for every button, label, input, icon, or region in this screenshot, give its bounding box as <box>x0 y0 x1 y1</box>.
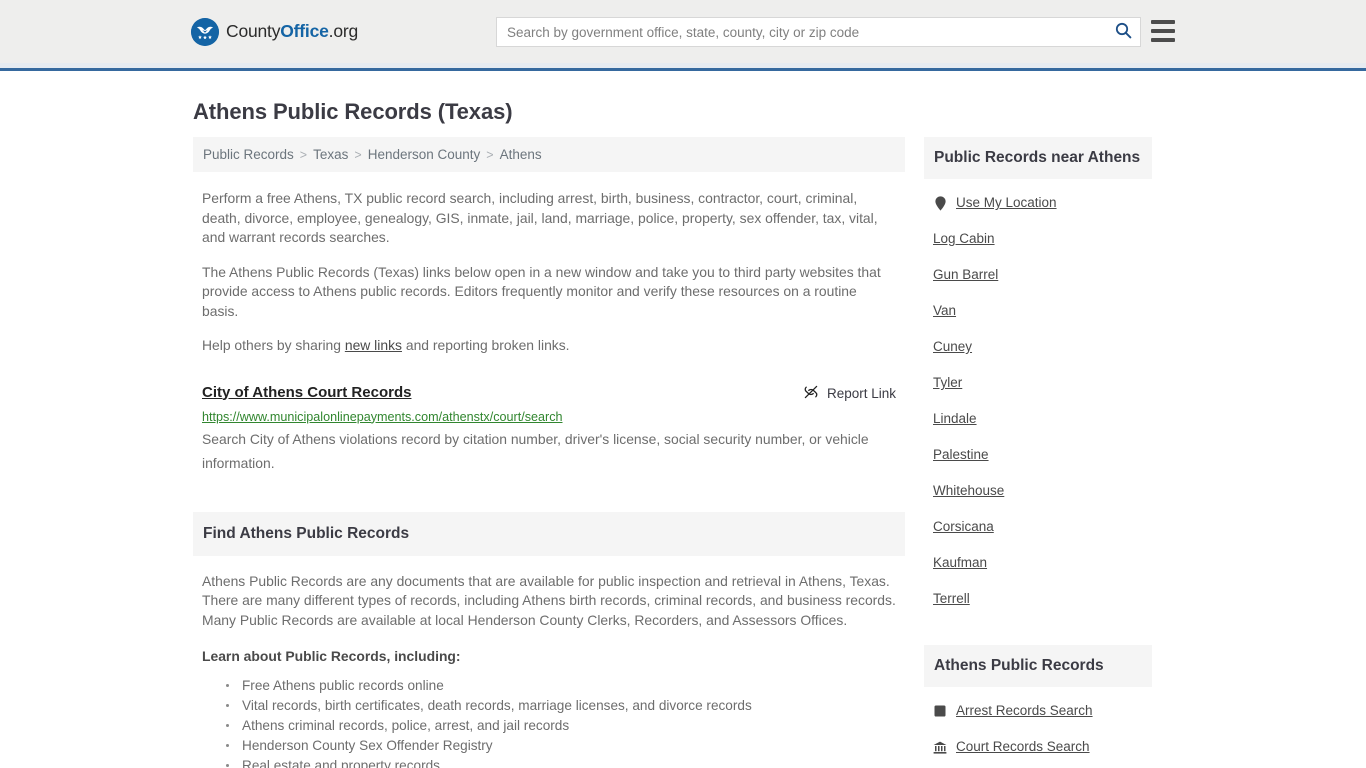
sidebar-link-terrell[interactable]: Terrell <box>933 590 970 608</box>
find-records-heading: Find Athens Public Records <box>203 524 410 542</box>
sidebar-item-van[interactable]: Van <box>930 293 1146 329</box>
find-records-section-header: Find Athens Public Records <box>193 511 905 556</box>
result-description: Search City of Athens violations record … <box>202 430 869 471</box>
sidebar-link-lindale[interactable]: Lindale <box>933 410 977 428</box>
find-records-paragraph: Athens Public Records are any documents … <box>202 572 896 628</box>
sidebar-item-use-my-location[interactable]: Use My Location <box>930 185 1146 221</box>
page-title: Athens Public Records (Texas) <box>193 99 513 124</box>
result-title-link[interactable]: City of Athens Court Records <box>202 383 411 403</box>
page-container: Athens Public Records (Texas) Public Rec… <box>0 99 1366 768</box>
sidebar-item-kaufman[interactable]: Kaufman <box>930 545 1146 581</box>
sidebar-link-court-records-search[interactable]: Court Records Search <box>956 738 1090 756</box>
result-url[interactable]: https://www.municipalonlinepayments.com/… <box>202 409 896 425</box>
search-button[interactable] <box>1106 18 1140 46</box>
sidebar-item-whitehouse[interactable]: Whitehouse <box>930 473 1146 509</box>
widget-athens-public-records: Athens Public Records Arrest Records Sea… <box>924 645 1152 768</box>
sidebar-link-use-my-location[interactable]: Use My Location <box>956 194 1057 212</box>
list-item: Real estate and property records <box>226 756 896 768</box>
hamburger-bar-2 <box>1151 29 1175 33</box>
logo-text-county: County <box>226 21 281 42</box>
search-icon <box>1115 22 1132 42</box>
search-input[interactable] <box>497 19 1106 45</box>
intro-paragraph-2: The Athens Public Records (Texas) links … <box>202 263 881 319</box>
record-types-list: Free Athens public records online Vital … <box>202 676 896 768</box>
hamburger-menu-button[interactable] <box>1151 20 1175 42</box>
intro-paragraph-3-before: Help others by sharing <box>202 337 345 353</box>
sidebar-link-gun-barrel[interactable]: Gun Barrel <box>933 266 998 284</box>
sidebar-link-palestine[interactable]: Palestine <box>933 446 989 464</box>
sidebar-link-whitehouse[interactable]: Whitehouse <box>933 482 1004 500</box>
site-logo-text: CountyOffice.org <box>226 23 358 41</box>
intro-paragraph-3: Help others by sharing new links and rep… <box>202 336 896 356</box>
widget-header: Athens Public Records <box>924 645 1152 687</box>
sidebar-item-lindale[interactable]: Lindale <box>930 401 1146 437</box>
eagle-shield-icon <box>191 18 219 46</box>
list-item: Henderson County Sex Offender Registry <box>226 736 896 756</box>
widget-heading-nearby: Public Records near Athens <box>934 149 1141 166</box>
sidebar-item-court-records-search[interactable]: Court Records Search <box>930 729 1146 765</box>
breadcrumb-item-athens: Athens <box>499 147 542 162</box>
courthouse-icon <box>933 741 947 754</box>
widget-body: Use My Location Log Cabin Gun Barrel Van <box>924 179 1152 617</box>
widget-header: Public Records near Athens <box>924 137 1152 179</box>
result-item: City of Athens Court Records Report Link <box>193 383 905 475</box>
main-content: Public Records > Texas > Henderson Count… <box>193 137 905 768</box>
sidebar-item-arrest-records-search[interactable]: Arrest Records Search <box>930 693 1146 729</box>
breadcrumb-item-public-records[interactable]: Public Records <box>203 147 294 162</box>
breadcrumb-separator: > <box>299 147 308 162</box>
logo-text-org: .org <box>328 21 359 42</box>
intro-copy: Perform a free Athens, TX public record … <box>193 189 905 356</box>
widget-body: Arrest Records Search Court Records Sear… <box>924 687 1152 768</box>
sidebar-link-log-cabin[interactable]: Log Cabin <box>933 230 995 248</box>
hamburger-bar-3 <box>1151 38 1175 42</box>
sidebar-link-tyler[interactable]: Tyler <box>933 374 962 392</box>
find-records-section-body: Athens Public Records are any documents … <box>193 572 905 768</box>
breadcrumb-separator: > <box>354 147 362 162</box>
logo-text-office: Office <box>280 21 329 42</box>
hamburger-bar-1 <box>1151 20 1175 24</box>
sidebar-item-cuney[interactable]: Cuney <box>930 329 1146 365</box>
sidebar-item-log-cabin[interactable]: Log Cabin <box>930 221 1146 257</box>
list-item: Free Athens public records online <box>226 676 896 696</box>
breadcrumb-separator: > <box>486 147 494 162</box>
sidebar-item-tyler[interactable]: Tyler <box>930 365 1146 401</box>
new-links-link[interactable]: new links <box>345 337 402 353</box>
sidebar-link-cuney[interactable]: Cuney <box>933 338 972 356</box>
sidebar: Public Records near Athens Use My Locati… <box>924 137 1152 768</box>
sidebar-link-van[interactable]: Van <box>933 302 956 320</box>
search-bar[interactable] <box>496 17 1141 47</box>
report-link-button[interactable]: Report Link <box>803 383 896 403</box>
sidebar-link-corsicana[interactable]: Corsicana <box>933 518 994 536</box>
sidebar-item-corsicana[interactable]: Corsicana <box>930 509 1146 545</box>
widget-heading-records: Athens Public Records <box>934 657 1104 674</box>
site-header: CountyOffice.org <box>0 0 1366 63</box>
list-item: Athens criminal records, police, arrest,… <box>226 716 896 736</box>
learn-about-heading: Learn about Public Records, including: <box>202 648 461 664</box>
fingerprint-square-icon <box>933 705 947 717</box>
report-link-label: Report Link <box>826 385 896 401</box>
breadcrumb-item-texas[interactable]: Texas <box>313 147 348 162</box>
intro-paragraph-3-after: and reporting broken links. <box>401 337 570 353</box>
sidebar-link-kaufman[interactable]: Kaufman <box>933 554 987 572</box>
sidebar-item-palestine[interactable]: Palestine <box>930 437 1146 473</box>
list-item: Vital records, birth certificates, death… <box>226 696 896 716</box>
sidebar-link-arrest-records-search[interactable]: Arrest Records Search <box>956 702 1093 720</box>
sidebar-item-terrell[interactable]: Terrell <box>930 581 1146 617</box>
site-logo[interactable]: CountyOffice.org <box>191 18 358 46</box>
widget-public-records-near-athens: Public Records near Athens Use My Locati… <box>924 137 1152 617</box>
broken-link-icon <box>803 384 819 403</box>
header-underline-accent <box>0 68 1366 71</box>
sidebar-item-gun-barrel[interactable]: Gun Barrel <box>930 257 1146 293</box>
breadcrumb: Public Records > Texas > Henderson Count… <box>193 137 905 172</box>
map-pin-icon <box>933 195 947 211</box>
intro-paragraph-1: Perform a free Athens, TX public record … <box>202 190 878 245</box>
breadcrumb-item-henderson-county[interactable]: Henderson County <box>368 147 481 162</box>
